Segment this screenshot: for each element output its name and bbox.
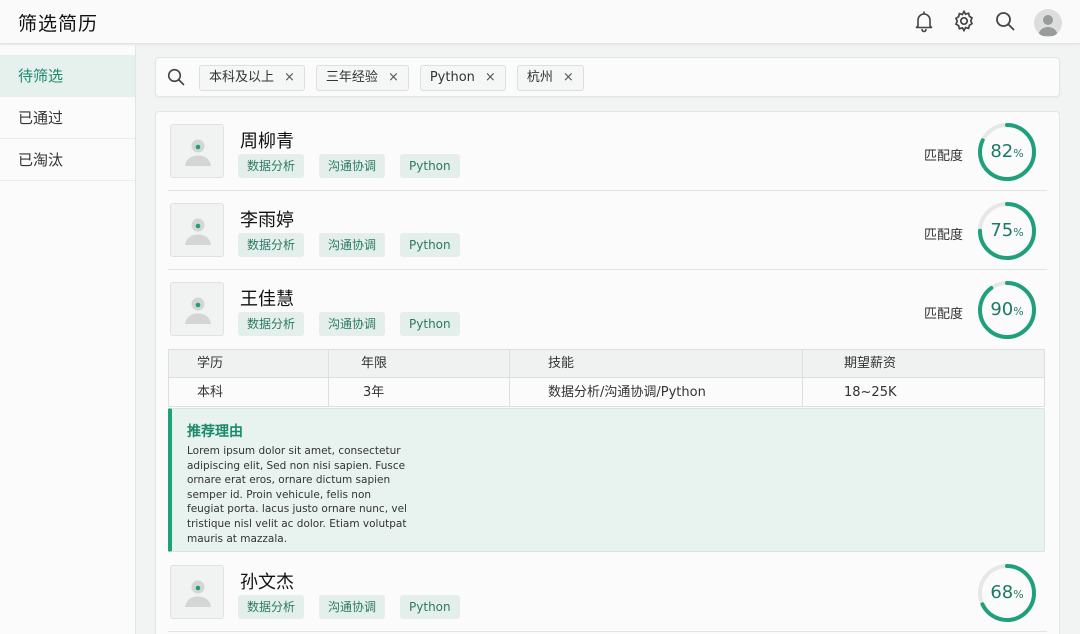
candidate-avatar bbox=[170, 203, 224, 257]
match-score: 90% bbox=[990, 299, 1024, 320]
match-label: 匹配度 bbox=[924, 307, 964, 322]
filter-chip-label: 杭州 bbox=[526, 70, 553, 85]
candidate-card[interactable]: 李雨婷 数据分析 沟通协调 Python 匹配度 75% bbox=[168, 191, 1047, 270]
filter-chip[interactable]: 杭州 × bbox=[516, 65, 584, 91]
candidate-avatar bbox=[170, 124, 224, 178]
sidebar: 待筛选 已通过 已淘汰 bbox=[0, 45, 136, 634]
top-bar: 筛选简历 bbox=[0, 0, 1080, 44]
match-ring: 75% bbox=[976, 200, 1038, 262]
candidate-name: 孙文杰 bbox=[240, 572, 294, 593]
skill-tag: Python bbox=[400, 312, 460, 336]
skill-tag: Python bbox=[400, 233, 460, 257]
skill-tag: 数据分析 bbox=[238, 595, 305, 619]
detail-header-row: 学历 年限 技能 期望薪资 bbox=[169, 350, 1044, 378]
filter-chip-label: Python bbox=[429, 70, 475, 85]
skill-tag: Python bbox=[400, 595, 460, 619]
bell-icon[interactable] bbox=[912, 9, 936, 33]
filter-chip[interactable]: Python × bbox=[419, 65, 506, 91]
gear-icon[interactable] bbox=[952, 9, 976, 33]
candidate-avatar bbox=[170, 282, 224, 336]
candidate-name: 王佳慧 bbox=[240, 289, 294, 310]
filter-search-icon[interactable] bbox=[166, 67, 186, 87]
match-label: 匹配度 bbox=[924, 149, 964, 164]
filter-chip-label: 三年经验 bbox=[325, 70, 378, 85]
filter-chip[interactable]: 三年经验 × bbox=[315, 65, 409, 91]
match-ring: 82% bbox=[976, 121, 1038, 183]
detail-header: 学历 bbox=[197, 356, 224, 371]
candidate-name: 李雨婷 bbox=[240, 210, 294, 231]
candidate-card[interactable]: 孙文杰 数据分析 沟通协调 Python 68% bbox=[168, 553, 1047, 632]
detail-header: 技能 bbox=[548, 356, 575, 371]
filter-chip[interactable]: 本科及以上 × bbox=[199, 65, 305, 91]
reason-body: Lorem ipsum dolor sit amet, consectetur … bbox=[187, 445, 407, 545]
sidebar-item-rejected[interactable]: 已淘汰 bbox=[0, 139, 135, 181]
match-score: 68% bbox=[990, 582, 1024, 603]
match-ring: 90% bbox=[976, 279, 1038, 341]
search-icon[interactable] bbox=[993, 9, 1017, 33]
candidate-card[interactable]: 周柳青 数据分析 沟通协调 Python 匹配度 82% bbox=[168, 112, 1047, 191]
detail-value-row: 本科 3年 数据分析/沟通协调/Python 18~25K bbox=[169, 379, 1044, 407]
skill-tag: 沟通协调 bbox=[319, 233, 386, 257]
skill-tag: 数据分析 bbox=[238, 233, 305, 257]
detail-value: 本科 bbox=[197, 385, 224, 400]
filter-bar: 本科及以上 × 三年经验 × Python × 杭州 × bbox=[155, 57, 1060, 97]
candidate-card[interactable]: 王佳慧 数据分析 沟通协调 Python 匹配度 90% bbox=[168, 270, 1047, 349]
skill-tag: 沟通协调 bbox=[319, 595, 386, 619]
detail-value: 18~25K bbox=[844, 385, 897, 400]
page-title: 筛选简历 bbox=[18, 13, 99, 35]
user-avatar[interactable] bbox=[1034, 9, 1062, 37]
filter-chip-label: 本科及以上 bbox=[209, 70, 275, 85]
filter-chips: 本科及以上 × 三年经验 × Python × 杭州 × bbox=[199, 65, 584, 91]
candidate-name: 周柳青 bbox=[240, 131, 294, 152]
match-ring: 68% bbox=[976, 562, 1038, 624]
match-score: 75% bbox=[990, 220, 1024, 241]
skill-tag: 沟通协调 bbox=[319, 312, 386, 336]
candidate-list: 周柳青 数据分析 沟通协调 Python 匹配度 82% 李雨婷 数据分析 沟通… bbox=[155, 111, 1060, 634]
candidate-detail-table: 学历 年限 技能 期望薪资 本科 3年 数据分析/沟通协调/Python 18~… bbox=[168, 349, 1045, 407]
close-icon[interactable]: × bbox=[388, 66, 399, 90]
match-label: 匹配度 bbox=[924, 228, 964, 243]
candidate-avatar bbox=[170, 565, 224, 619]
detail-header: 期望薪资 bbox=[844, 356, 897, 371]
skill-tag: 沟通协调 bbox=[319, 154, 386, 178]
skill-tag: 数据分析 bbox=[238, 154, 305, 178]
close-icon[interactable]: × bbox=[284, 66, 295, 90]
detail-value: 3年 bbox=[363, 385, 385, 400]
detail-value: 数据分析/沟通协调/Python bbox=[548, 385, 706, 400]
skill-tag: 数据分析 bbox=[238, 312, 305, 336]
reason-title: 推荐理由 bbox=[187, 424, 243, 440]
close-icon[interactable]: × bbox=[563, 66, 574, 90]
sidebar-item-passed[interactable]: 已通过 bbox=[0, 97, 135, 139]
sidebar-item-pending[interactable]: 待筛选 bbox=[0, 55, 135, 97]
detail-header: 年限 bbox=[361, 356, 388, 371]
match-score: 82% bbox=[990, 141, 1024, 162]
recommendation-reason: 推荐理由 Lorem ipsum dolor sit amet, consect… bbox=[168, 408, 1045, 552]
skill-tag: Python bbox=[400, 154, 460, 178]
close-icon[interactable]: × bbox=[485, 66, 496, 90]
